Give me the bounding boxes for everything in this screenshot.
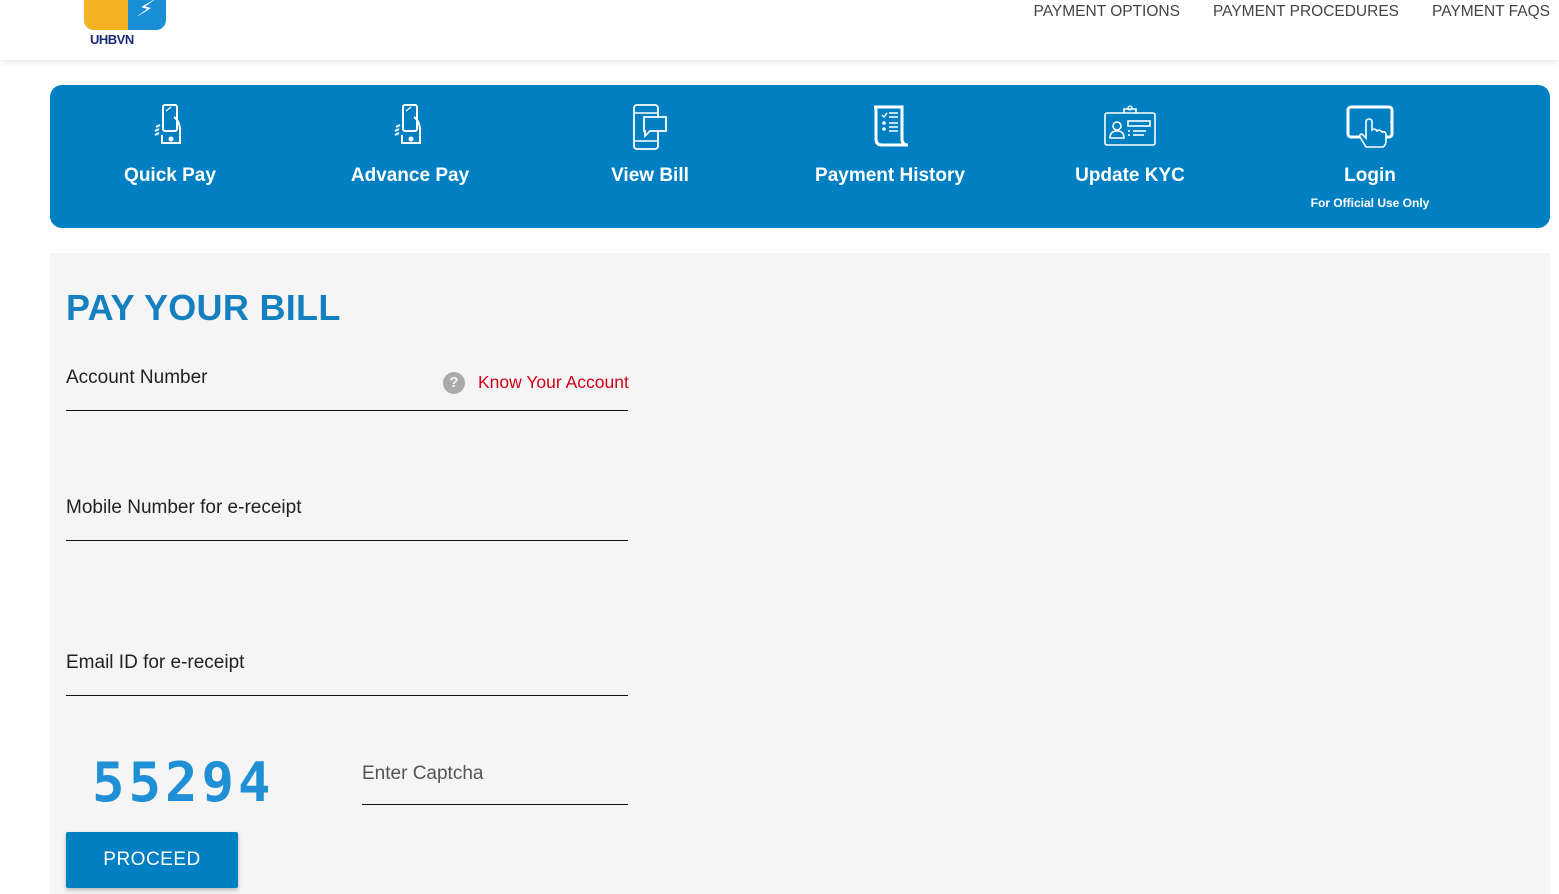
captcha-input[interactable] <box>362 752 628 804</box>
service-label: View Bill <box>611 165 689 186</box>
nav-payment-faqs[interactable]: PAYMENT FAQS <box>1432 3 1550 21</box>
service-advance-pay[interactable]: Advance Pay <box>290 85 530 228</box>
service-label: Payment History <box>815 165 965 186</box>
proceed-button[interactable]: PROCEED <box>66 832 238 888</box>
email-field[interactable]: Email ID for e-receipt <box>66 635 628 696</box>
service-quick-pay[interactable]: Quick Pay <box>50 85 290 228</box>
service-sublabel: For Official Use Only <box>1310 196 1430 210</box>
scroll-list-icon <box>873 105 909 147</box>
service-label: Login <box>1344 165 1396 186</box>
pay-bill-panel: PAY YOUR BILL Account Number ? Know Your… <box>50 253 1550 894</box>
logo-lightning-icon: ⚡ <box>134 0 157 21</box>
captcha-image: 55294 <box>92 751 275 814</box>
know-your-account-link[interactable]: Know Your Account <box>478 372 629 393</box>
nav-payment-procedures[interactable]: PAYMENT PROCEDURES <box>1213 3 1399 21</box>
service-login[interactable]: Login For Official Use Only <box>1250 85 1490 228</box>
service-payment-history[interactable]: Payment History <box>770 85 1010 228</box>
tablet-touch-icon <box>1346 105 1394 148</box>
page-title: PAY YOUR BILL <box>66 287 341 328</box>
uhbvn-logo[interactable]: ⚡ UHBVN <box>78 0 172 54</box>
phone-message-icon <box>633 104 667 150</box>
mobile-number-field[interactable]: Mobile Number for e-receipt <box>66 480 628 541</box>
top-nav: PAYMENT OPTIONS PAYMENT PROCEDURES PAYME… <box>1034 3 1550 21</box>
help-icon[interactable]: ? <box>443 372 465 394</box>
service-label: Update KYC <box>1075 165 1185 186</box>
captcha-field[interactable]: Enter Captcha <box>362 752 628 805</box>
email-input[interactable] <box>66 635 628 695</box>
logo-shield-icon: ⚡ <box>84 0 166 30</box>
service-update-kyc[interactable]: Update KYC <box>1010 85 1250 228</box>
nav-payment-options[interactable]: PAYMENT OPTIONS <box>1034 3 1180 21</box>
phone-in-hand-icon <box>394 104 421 144</box>
service-label: Quick Pay <box>124 165 216 186</box>
service-label: Advance Pay <box>350 165 470 186</box>
id-card-icon <box>1104 105 1156 146</box>
logo-text: UHBVN <box>90 32 134 47</box>
mobile-number-input[interactable] <box>66 480 628 540</box>
service-bar: Quick Pay Advance Pay View Bill Payment … <box>50 85 1550 228</box>
service-view-bill[interactable]: View Bill <box>530 85 770 228</box>
logo-tree-icon <box>84 0 128 30</box>
top-header: ⚡ UHBVN PAYMENT OPTIONS PAYMENT PROCEDUR… <box>0 0 1559 60</box>
phone-in-hand-icon <box>154 104 181 144</box>
